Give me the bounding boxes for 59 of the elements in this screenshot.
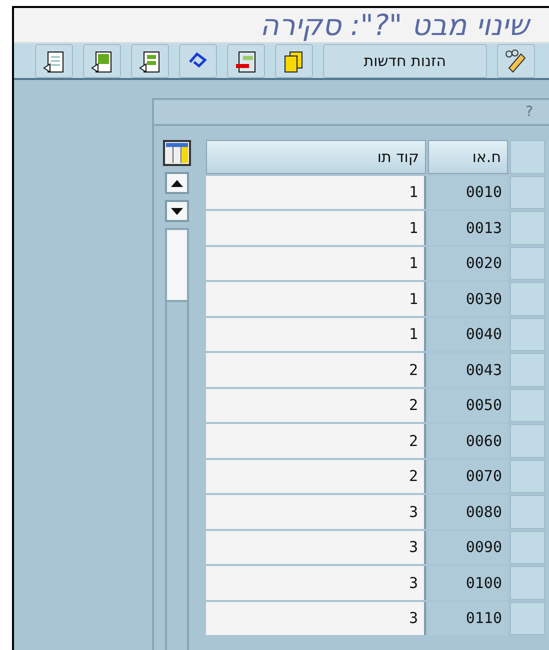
table-cell: 0060 [428, 424, 508, 458]
scrollbar-track[interactable] [165, 228, 189, 650]
scroll-down-button[interactable] [165, 200, 189, 222]
column-header[interactable]: קוד תו [206, 140, 426, 174]
table-cell: 1 [206, 282, 426, 316]
table-cell: 2 [206, 388, 426, 422]
row-selector[interactable] [510, 318, 545, 351]
down-arrow-icon [171, 208, 183, 214]
table-cell: 1 [206, 176, 426, 209]
row-selector[interactable] [510, 176, 545, 209]
row-selector[interactable] [510, 424, 545, 458]
select-all-cell[interactable] [510, 140, 545, 174]
row-selector[interactable] [510, 353, 545, 386]
table-cell: 1 [206, 318, 426, 351]
table-cell: 0100 [428, 566, 508, 600]
row-selector[interactable] [510, 530, 545, 564]
table-cell: 1 [206, 211, 426, 244]
table-cell: 0010 [428, 176, 508, 209]
window-title: שינוי מבט "?": סקירה [260, 8, 529, 42]
table-cell: 0020 [428, 246, 508, 280]
panel-title: ? [526, 104, 533, 120]
document-list-button[interactable] [130, 44, 169, 78]
scrollbar-thumb[interactable] [167, 230, 187, 302]
table-cell: 0080 [428, 495, 508, 528]
pencil-button[interactable] [497, 44, 535, 78]
scroll-up-button[interactable] [165, 172, 189, 194]
table-cell: 0013 [428, 211, 508, 244]
table-cell: 0040 [428, 318, 508, 351]
table-cell: 2 [206, 424, 426, 458]
table-cell: 2 [206, 353, 426, 386]
row-selector[interactable] [510, 282, 545, 316]
row-selector[interactable] [510, 495, 545, 528]
table-cell: 3 [206, 530, 426, 564]
table-cell: 0070 [428, 460, 508, 493]
table-cell: 1 [206, 246, 426, 280]
row-selector[interactable] [510, 211, 545, 244]
table-cell: 0043 [428, 353, 508, 386]
document-image-button[interactable] [82, 44, 121, 78]
table-cell: 3 [206, 495, 426, 528]
table-cell: 0090 [428, 530, 508, 564]
table-cell: 3 [206, 602, 426, 635]
table-cell: 0110 [428, 602, 508, 635]
table-cell: 3 [206, 566, 426, 600]
column-header[interactable]: ח.או [428, 140, 508, 174]
row-selector[interactable] [510, 388, 545, 422]
document-remove-button[interactable] [226, 44, 265, 78]
table-cell: 0050 [428, 388, 508, 422]
up-arrow-icon [171, 180, 183, 186]
table-cell: 2 [206, 460, 426, 493]
row-selector[interactable] [510, 602, 545, 635]
row-selector[interactable] [510, 566, 545, 600]
row-selector[interactable] [510, 246, 545, 280]
copy-document-button[interactable] [274, 44, 313, 78]
table-cell: 0030 [428, 282, 508, 316]
column-settings-icon[interactable] [163, 140, 191, 166]
circular-arrow-button[interactable] [178, 44, 217, 78]
document-button[interactable] [34, 44, 73, 78]
row-selector[interactable] [510, 460, 545, 493]
new-entries-button[interactable]: הזנות חדשות [322, 44, 487, 78]
